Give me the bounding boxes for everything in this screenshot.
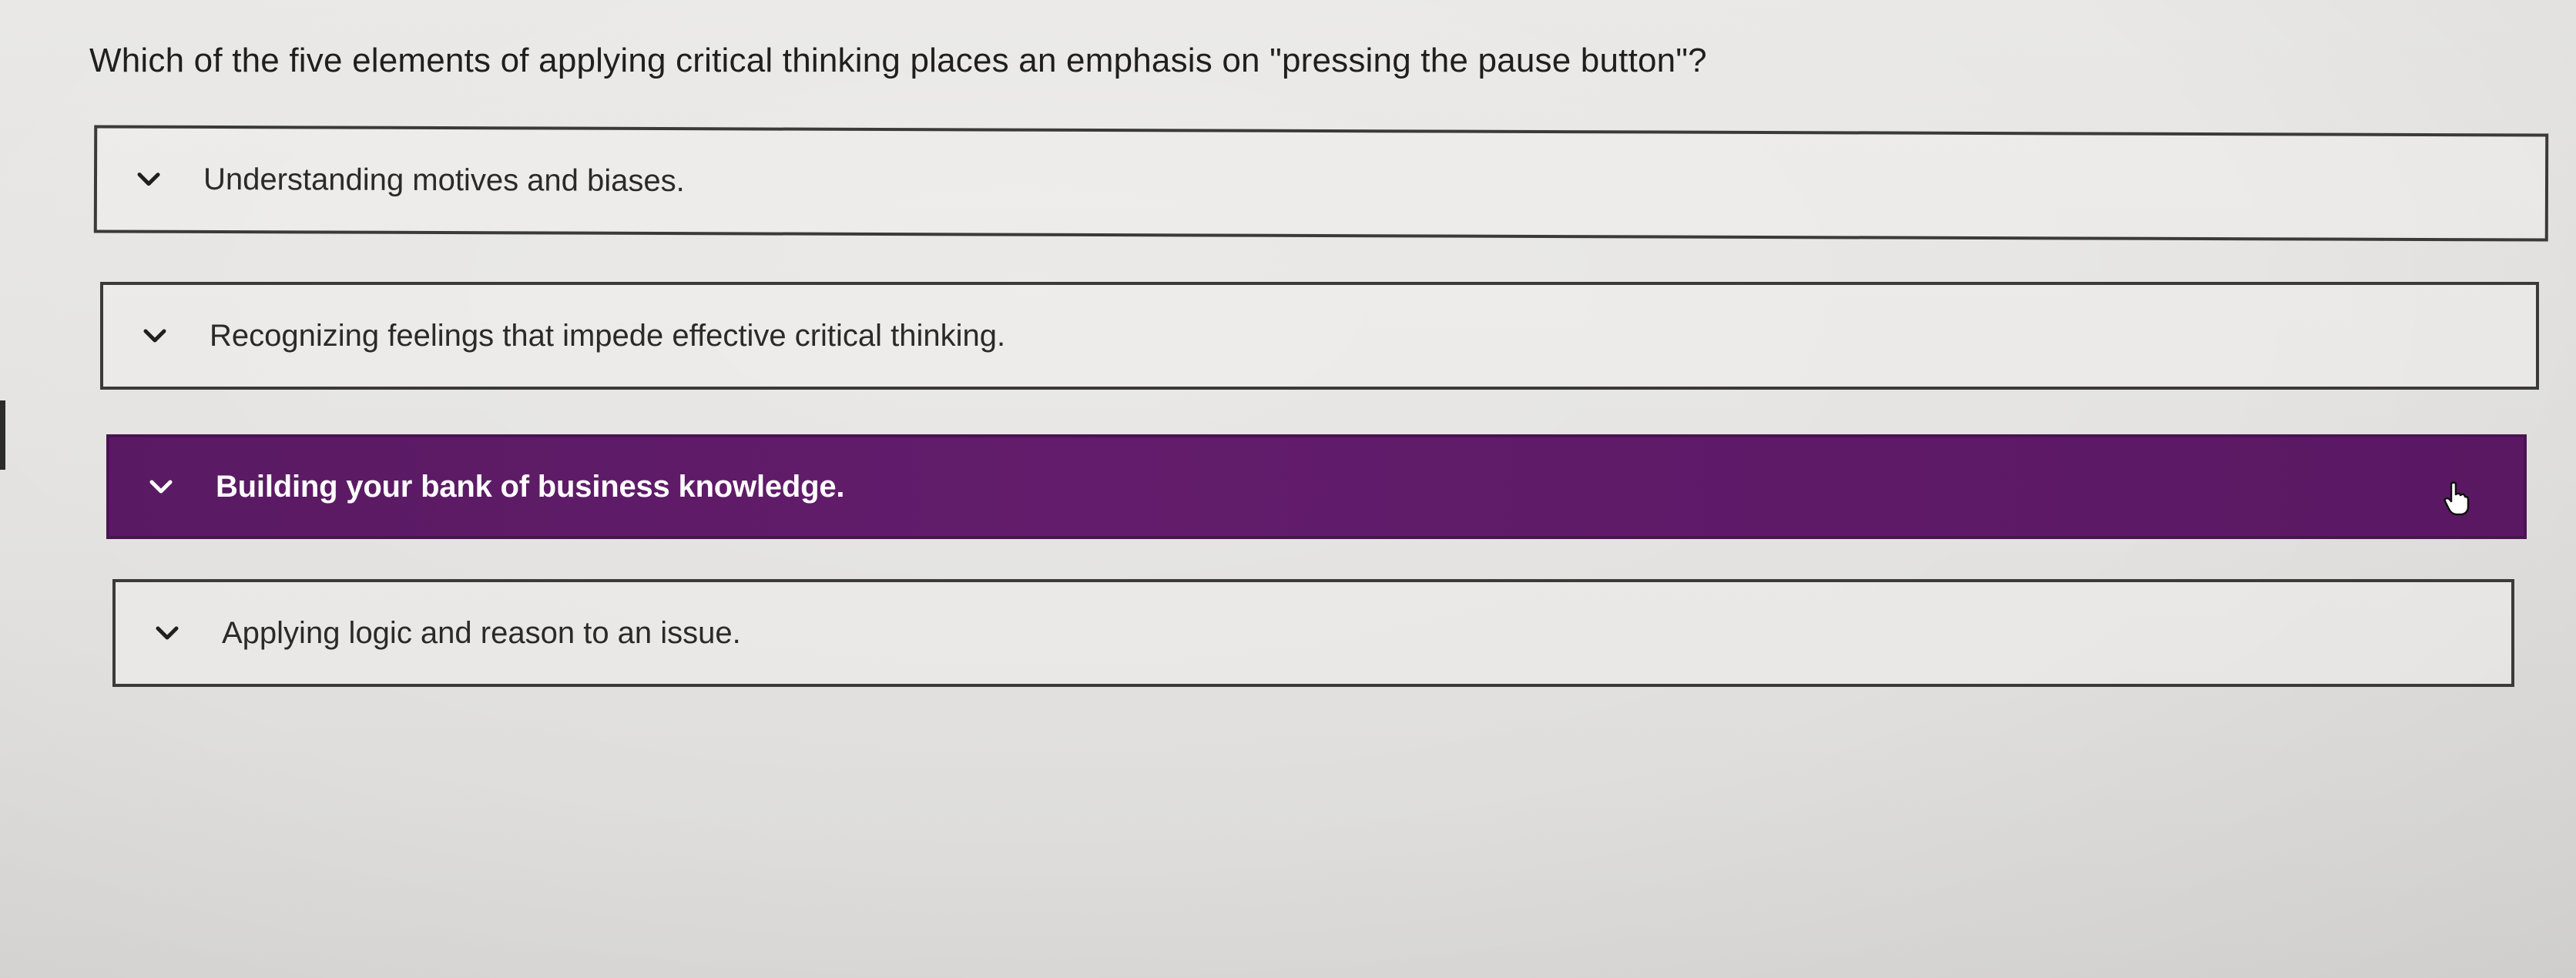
answer-option-label: Building your bank of business knowledge… xyxy=(216,469,845,504)
screen-edge-mark xyxy=(0,400,5,470)
answer-option-label: Understanding motives and biases. xyxy=(203,162,685,198)
chevron-down-icon xyxy=(149,479,173,494)
hand-pointer-icon xyxy=(2444,481,2470,516)
chevron-down-icon xyxy=(137,172,160,187)
answer-option-4[interactable]: Applying logic and reason to an issue. xyxy=(112,579,2514,687)
answer-option-label: Recognizing feelings that impede effecti… xyxy=(210,318,1006,353)
chevron-down-icon xyxy=(143,328,166,343)
answer-option-2[interactable]: Recognizing feelings that impede effecti… xyxy=(100,282,2539,390)
question-text: Which of the five elements of applying c… xyxy=(89,42,1707,79)
answer-option-1[interactable]: Understanding motives and biases. xyxy=(93,125,2549,242)
chevron-down-icon xyxy=(156,625,179,641)
answer-option-3-selected[interactable]: Building your bank of business knowledge… xyxy=(106,434,2527,539)
answer-option-label: Applying logic and reason to an issue. xyxy=(222,615,741,650)
